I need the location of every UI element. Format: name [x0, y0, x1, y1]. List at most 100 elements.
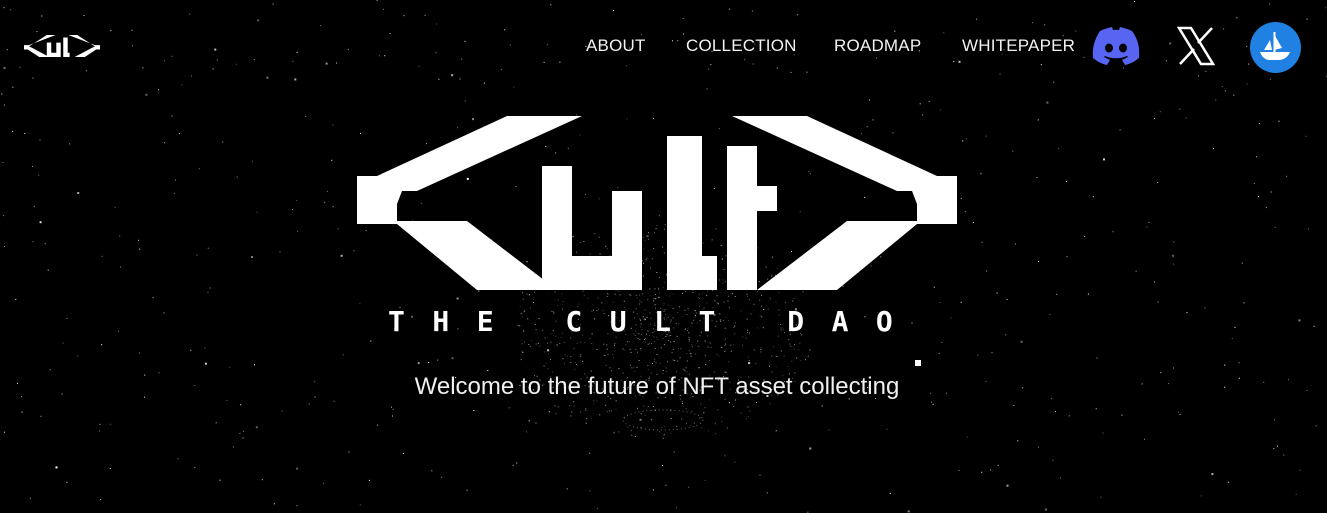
star — [751, 10, 753, 12]
star — [710, 64, 712, 66]
nav-roadmap[interactable]: ROADMAP — [834, 34, 921, 58]
star — [464, 100, 466, 102]
galaxy-particle — [671, 352, 673, 354]
galaxy-particle — [724, 349, 726, 351]
star — [49, 369, 51, 371]
galaxy-particle — [689, 424, 691, 426]
star — [451, 357, 454, 360]
galaxy-particle — [704, 340, 706, 342]
galaxy-particle — [654, 341, 656, 343]
star — [639, 418, 642, 421]
star — [292, 60, 294, 62]
star — [797, 14, 799, 16]
galaxy-particle — [613, 432, 615, 434]
galaxy-particle — [652, 363, 653, 364]
star — [1269, 78, 1271, 80]
galaxy-particle — [524, 341, 525, 343]
star — [353, 250, 355, 252]
star — [326, 190, 328, 192]
galaxy-particle — [647, 343, 649, 345]
discord-icon[interactable] — [1092, 24, 1140, 68]
galaxy-particle — [746, 293, 748, 295]
galaxy-particle — [642, 293, 644, 295]
nav-about[interactable]: ABOUT — [586, 34, 646, 58]
star — [776, 67, 778, 69]
star — [359, 303, 361, 305]
galaxy-particle — [561, 293, 563, 295]
galaxy-particle — [792, 300, 794, 302]
galaxy-particle — [783, 355, 785, 357]
star — [1112, 231, 1114, 233]
galaxy-particle — [686, 360, 688, 362]
galaxy-particle — [627, 341, 629, 343]
star — [1265, 207, 1267, 209]
star — [1274, 419, 1275, 421]
star — [1095, 408, 1097, 410]
nav-whitepaper[interactable]: WHITEPAPER — [962, 34, 1075, 58]
star — [941, 341, 943, 343]
galaxy-particle — [634, 436, 636, 437]
star — [204, 347, 206, 349]
galaxy-particle — [775, 355, 777, 357]
galaxy-particle — [607, 353, 609, 355]
star — [101, 255, 103, 257]
star — [676, 506, 677, 508]
star — [522, 351, 524, 353]
star — [190, 349, 192, 351]
galaxy-particle — [533, 302, 534, 304]
star — [1066, 256, 1068, 258]
star — [145, 93, 148, 96]
star — [336, 62, 338, 64]
galaxy-particle — [550, 341, 552, 343]
star — [985, 135, 987, 137]
galaxy-particle — [770, 298, 772, 300]
star — [212, 68, 214, 70]
star — [821, 405, 823, 407]
star — [1258, 123, 1260, 125]
star — [729, 8, 731, 10]
x-icon[interactable] — [1176, 26, 1216, 66]
galaxy-particle — [654, 359, 656, 360]
galaxy-particle — [747, 416, 749, 417]
galaxy-particle — [690, 353, 692, 355]
galaxy-particle — [723, 301, 725, 303]
star — [62, 342, 64, 344]
galaxy-particle — [627, 426, 629, 428]
opensea-icon[interactable] — [1250, 22, 1301, 73]
star — [1006, 299, 1008, 300]
star — [1286, 175, 1288, 177]
galaxy-particle — [703, 412, 705, 414]
star — [589, 452, 591, 454]
star — [528, 420, 530, 422]
galaxy-particle — [793, 348, 795, 350]
cult-logo-hero — [357, 116, 957, 290]
star — [684, 369, 686, 371]
galaxy-particle — [747, 406, 749, 408]
star — [1179, 413, 1181, 415]
galaxy-particle — [612, 301, 614, 303]
star — [99, 423, 101, 425]
star — [986, 270, 988, 272]
nav-collection[interactable]: COLLECTION — [686, 34, 797, 58]
galaxy-particle — [725, 343, 727, 345]
star — [324, 201, 326, 203]
star — [41, 15, 43, 17]
star — [235, 63, 237, 65]
galaxy-particle — [554, 405, 556, 407]
star — [3, 7, 5, 9]
star — [119, 235, 121, 237]
galaxy-particle — [670, 418, 672, 419]
galaxy-particle — [584, 341, 586, 343]
galaxy-particle — [618, 368, 620, 369]
star — [392, 408, 394, 410]
star — [1277, 445, 1278, 447]
star — [548, 411, 550, 413]
galaxy-particle — [773, 346, 775, 348]
star — [1134, 1, 1136, 2]
galaxy-particle — [547, 368, 549, 370]
star — [100, 499, 102, 500]
star — [919, 103, 921, 105]
star — [990, 469, 992, 471]
galaxy-particle — [521, 343, 523, 345]
galaxy-particle — [690, 355, 692, 357]
